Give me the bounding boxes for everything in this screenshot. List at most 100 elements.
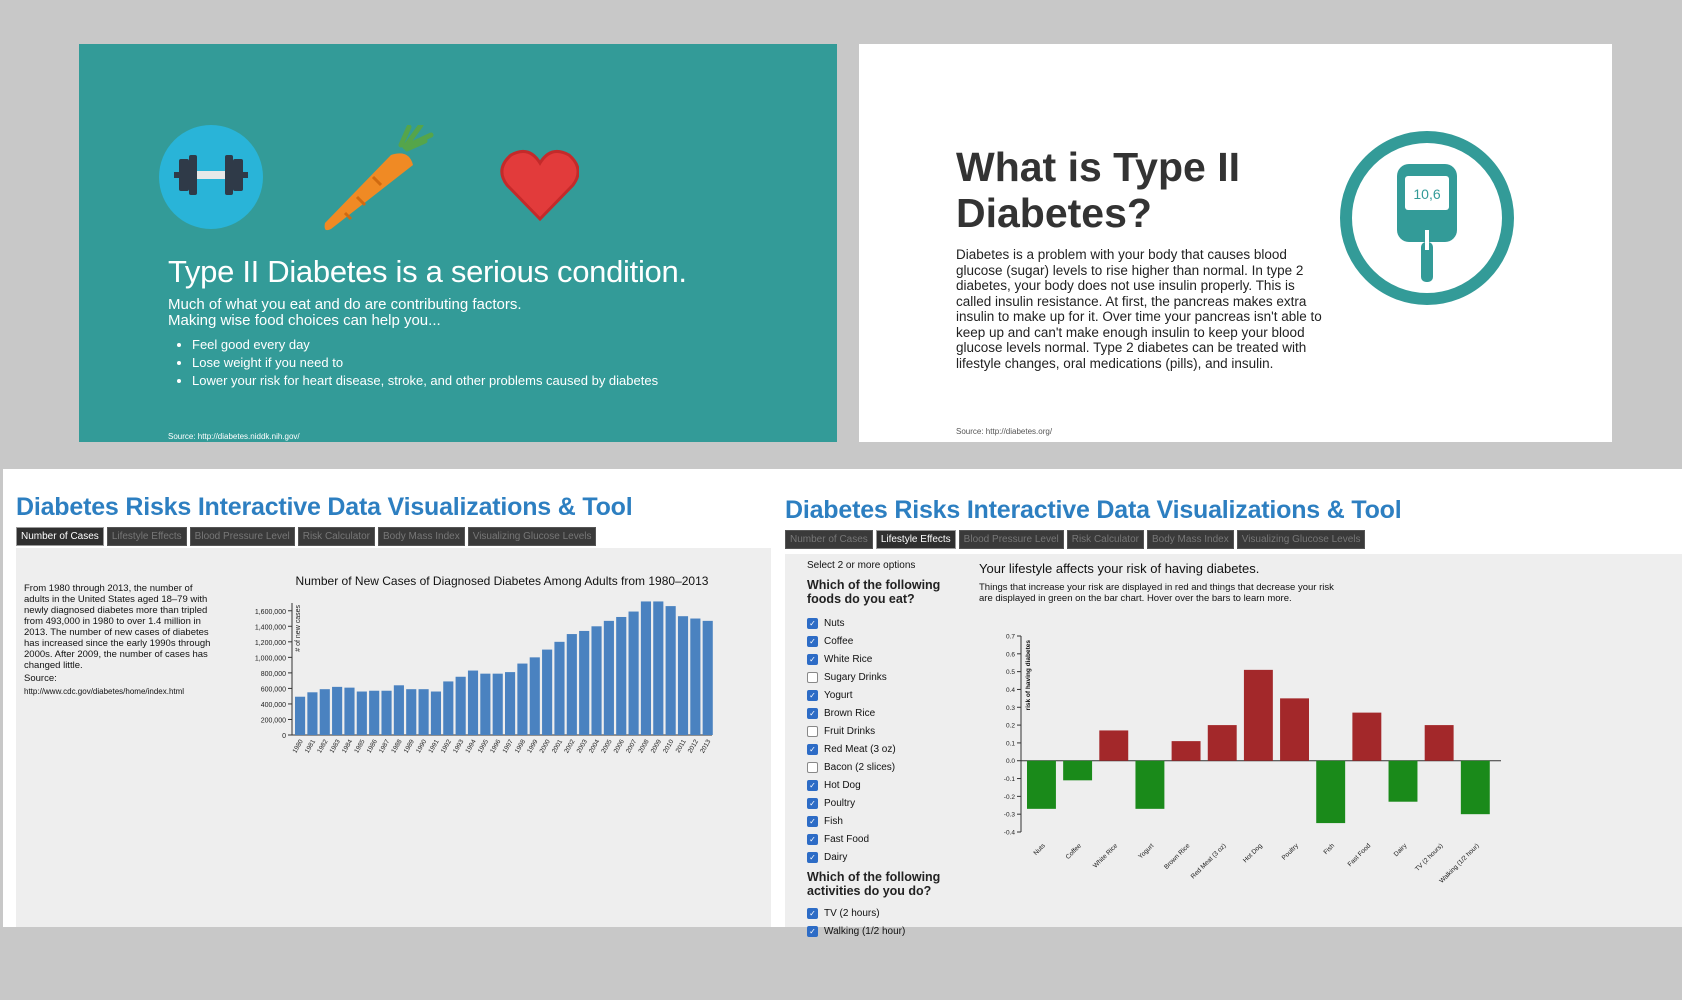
checkbox[interactable]: ✓ bbox=[807, 851, 818, 863]
checkbox[interactable]: ✓ bbox=[807, 833, 818, 845]
x-tick-label: 1995 bbox=[477, 738, 490, 754]
checkbox[interactable]: ✓ bbox=[807, 907, 818, 919]
tab-risk-calculator[interactable]: Risk Calculator bbox=[1066, 530, 1144, 549]
x-tick-label: White Rice bbox=[1092, 842, 1119, 869]
food-checkbox-row[interactable]: ✓ Fast Food bbox=[807, 830, 896, 848]
x-tick-label: Coffee bbox=[1065, 842, 1084, 861]
food-checkbox-row[interactable]: ✓ Red Meat (3 oz) bbox=[807, 740, 896, 758]
checkbox[interactable]: ✓ bbox=[807, 797, 818, 809]
risk-bar bbox=[1135, 760, 1165, 809]
x-tick-label: 1982 bbox=[316, 738, 329, 754]
checkbox-label: Walking (1/2 hour) bbox=[824, 925, 906, 937]
x-tick-label: 1980 bbox=[292, 738, 305, 754]
x-tick-label: 1985 bbox=[353, 738, 366, 754]
app-panel-lifestyle: Diabetes Risks Interactive Data Visualiz… bbox=[771, 469, 1682, 937]
bar bbox=[542, 649, 553, 735]
checkbox[interactable] bbox=[807, 671, 818, 683]
y-tick-label: 0.4 bbox=[1006, 687, 1015, 694]
checkbox-label: TV (2 hours) bbox=[824, 907, 880, 919]
tab-visualizing-glucose-levels[interactable]: Visualizing Glucose Levels bbox=[467, 527, 597, 546]
bar bbox=[603, 620, 614, 735]
risk-bar bbox=[1316, 760, 1346, 824]
x-tick-label: 1981 bbox=[304, 738, 317, 754]
x-tick-label: 1986 bbox=[366, 738, 379, 754]
risk-bar bbox=[1027, 760, 1056, 809]
risk-bar bbox=[1207, 725, 1237, 761]
food-checkbox-row[interactable]: ✓ Dairy bbox=[807, 848, 896, 866]
bar bbox=[677, 616, 689, 735]
activity-checkbox-row[interactable]: ✓ TV (2 hours) bbox=[807, 904, 905, 922]
food-checkbox-row[interactable]: ✓ Poultry bbox=[807, 794, 896, 812]
y-tick-label: 0.7 bbox=[1006, 634, 1015, 641]
checkbox[interactable]: ✓ bbox=[807, 653, 818, 665]
tab-body-mass-index[interactable]: Body Mass Index bbox=[377, 527, 465, 546]
y-tick-label: -0.4 bbox=[1004, 830, 1016, 837]
x-tick-label: 1991 bbox=[427, 738, 440, 754]
source-link[interactable]: http://www.cdc.gov/diabetes/home/index.h… bbox=[24, 686, 184, 697]
checkbox-label: Hot Dog bbox=[824, 779, 861, 791]
food-checkbox-row[interactable]: ✓ Coffee bbox=[807, 632, 896, 650]
bar bbox=[653, 601, 664, 735]
tab-lifestyle-effects[interactable]: Lifestyle Effects bbox=[875, 530, 956, 549]
checkbox[interactable]: ✓ bbox=[807, 779, 818, 791]
checkbox-label: Fruit Drinks bbox=[824, 725, 876, 737]
checkbox[interactable]: ✓ bbox=[807, 617, 818, 629]
checkbox[interactable]: ✓ bbox=[807, 925, 818, 937]
y-tick-label: 0.0 bbox=[1006, 758, 1015, 765]
food-checkbox-row[interactable]: ✓ Hot Dog bbox=[807, 776, 896, 794]
app-title: Diabetes Risks Interactive Data Visualiz… bbox=[16, 493, 633, 521]
tab-number-of-cases[interactable]: Number of Cases bbox=[16, 527, 104, 546]
cases-bar-chart: Number of New Cases of Diagnosed Diabete… bbox=[255, 574, 713, 755]
food-checkbox-row[interactable]: Fruit Drinks bbox=[807, 722, 896, 740]
checkbox[interactable]: ✓ bbox=[807, 815, 818, 827]
x-tick-label: 2001 bbox=[551, 738, 564, 754]
x-tick-label: Hot Dog bbox=[1242, 842, 1264, 864]
activity-checkbox-row[interactable]: ✓ Walking (1/2 hour) bbox=[807, 922, 905, 940]
tab-risk-calculator[interactable]: Risk Calculator bbox=[297, 527, 375, 546]
food-checkbox-row[interactable]: ✓ White Rice bbox=[807, 650, 896, 668]
cases-description: From 1980 through 2013, the number of ad… bbox=[24, 583, 211, 671]
food-checkbox-row[interactable]: ✓ Fish bbox=[807, 812, 896, 830]
tab-blood-pressure-level[interactable]: Blood Pressure Level bbox=[958, 530, 1064, 549]
y-tick-label: -0.3 bbox=[1004, 812, 1016, 819]
tab-blood-pressure-level[interactable]: Blood Pressure Level bbox=[189, 527, 295, 546]
bar bbox=[307, 692, 318, 735]
food-checkbox-row[interactable]: ✓ Nuts bbox=[807, 614, 896, 632]
bar bbox=[616, 616, 627, 735]
app-panel-cases: Diabetes Risks Interactive Data Visualiz… bbox=[3, 469, 771, 927]
risk-bar-chart: -0.4 -0.3 -0.2 -0.1 0.0 0.1 0.2 0.3 0.4 0.5 0.6 0.7… bbox=[1004, 634, 1501, 885]
tab-lifestyle-effects[interactable]: Lifestyle Effects bbox=[106, 527, 187, 546]
bar bbox=[480, 673, 491, 735]
bar bbox=[492, 673, 503, 735]
checkbox[interactable]: ✓ bbox=[807, 707, 818, 719]
tab-number-of-cases[interactable]: Number of Cases bbox=[785, 530, 873, 549]
food-checkbox-row[interactable]: ✓ Yogurt bbox=[807, 686, 896, 704]
y-tick-label: 200,000 bbox=[261, 717, 286, 724]
title-line-1: What is Type II bbox=[956, 144, 1240, 190]
food-checkbox-row[interactable]: Bacon (2 slices) bbox=[807, 758, 896, 776]
checkbox[interactable]: ✓ bbox=[807, 635, 818, 647]
risk-bar bbox=[1352, 712, 1382, 761]
y-tick-label: -0.1 bbox=[1004, 776, 1016, 783]
bar bbox=[381, 690, 392, 735]
x-tick-label: 2000 bbox=[539, 738, 552, 754]
checkbox[interactable]: ✓ bbox=[807, 743, 818, 755]
checkbox-label: Sugary Drinks bbox=[824, 671, 887, 683]
tab-visualizing-glucose-levels[interactable]: Visualizing Glucose Levels bbox=[1236, 530, 1366, 549]
x-tick-label: 1993 bbox=[452, 738, 465, 754]
x-tick-label: Yogurt bbox=[1137, 842, 1155, 860]
list-item: Lower your risk for heart disease, strok… bbox=[192, 372, 658, 390]
risk-bar bbox=[1424, 725, 1454, 761]
bar bbox=[579, 630, 590, 735]
bar bbox=[393, 685, 404, 735]
bar bbox=[406, 689, 417, 735]
checkbox[interactable] bbox=[807, 761, 818, 773]
food-checkbox-row[interactable]: ✓ Brown Rice bbox=[807, 704, 896, 722]
checkbox[interactable]: ✓ bbox=[807, 689, 818, 701]
checkbox-label: Fish bbox=[824, 815, 843, 827]
food-checkbox-row[interactable]: Sugary Drinks bbox=[807, 668, 896, 686]
tab-body-mass-index[interactable]: Body Mass Index bbox=[1146, 530, 1234, 549]
checkbox-label: Dairy bbox=[824, 851, 848, 863]
risk-bar bbox=[1171, 741, 1201, 761]
checkbox[interactable] bbox=[807, 725, 818, 737]
